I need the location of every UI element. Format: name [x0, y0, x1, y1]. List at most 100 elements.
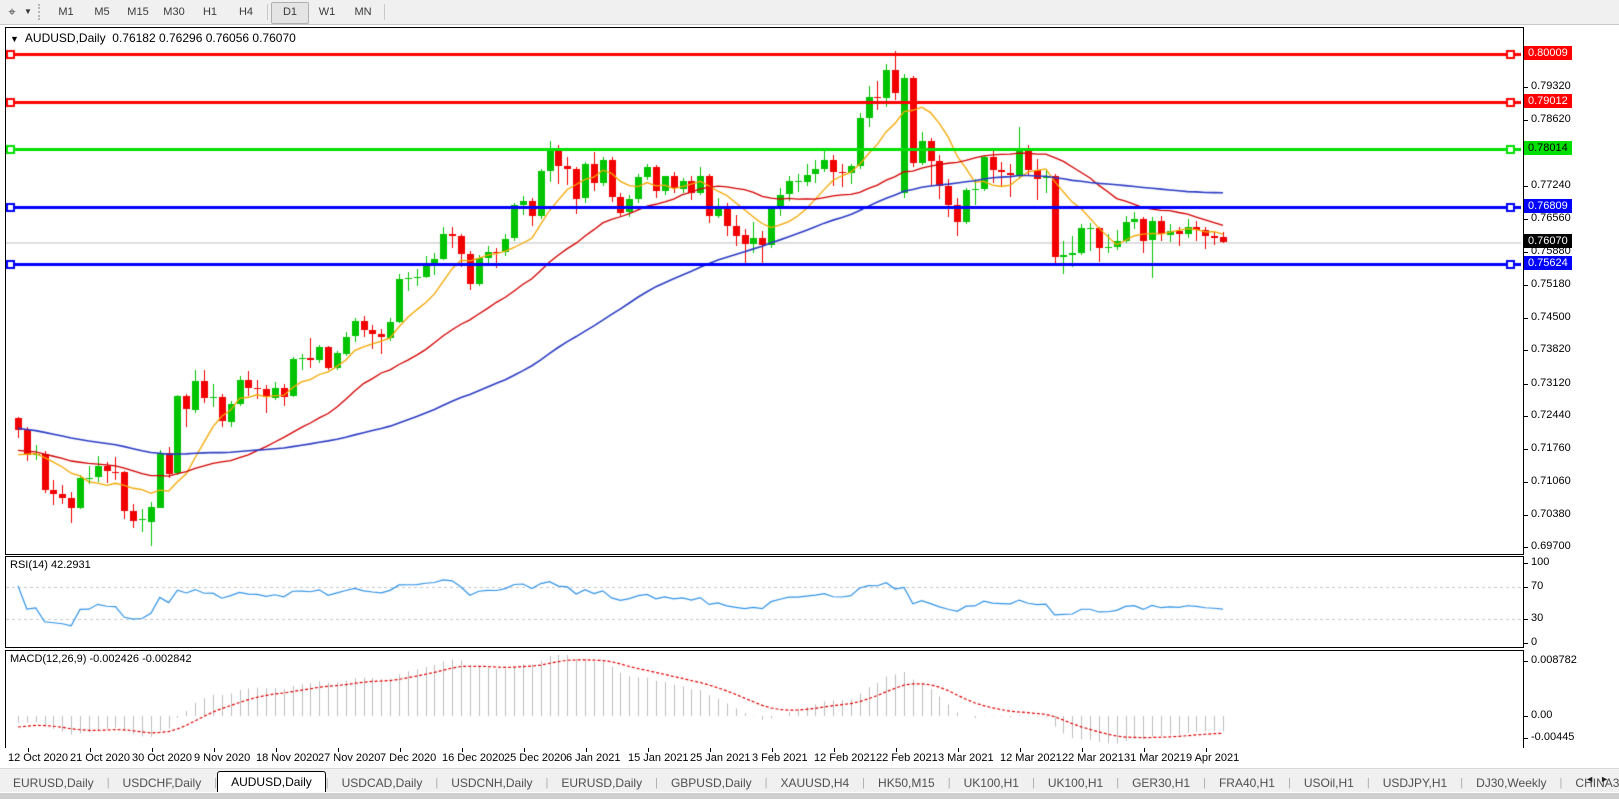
tab-hk50-m15[interactable]: HK50,M15 [865, 774, 948, 793]
tab-uk100-h1[interactable]: UK100,H1 [951, 774, 1032, 793]
macd-indicator-pane[interactable] [5, 650, 1524, 749]
price-tick-label: 0.76560 [1531, 212, 1571, 224]
price-tick-mark [1523, 416, 1528, 417]
timeframe-button-h4[interactable]: H4 [228, 2, 264, 22]
tab-usdchf-daily[interactable]: USDCHF,Daily [110, 774, 215, 793]
tab-uk100-h1[interactable]: UK100,H1 [1035, 774, 1116, 793]
collapse-triangle-icon[interactable]: ▼ [10, 34, 19, 44]
current-price-badge: 0.76070 [1524, 234, 1572, 248]
tab-audusd-daily[interactable]: AUDUSD,Daily [217, 771, 326, 793]
price-tick-mark [1523, 350, 1528, 351]
candlestick-chart-canvas[interactable] [6, 28, 1521, 552]
chevron-down-icon[interactable]: ▼ [22, 3, 34, 21]
tab-xauusd-h4[interactable]: XAUUSD,H4 [767, 774, 862, 793]
price-tick-label: 0.73820 [1531, 343, 1571, 355]
date-tick-label: 9 Nov 2020 [194, 752, 250, 764]
timeframe-button-m30[interactable]: M30 [156, 2, 192, 22]
date-tick-label: 25 Dec 2020 [504, 752, 566, 764]
macd-tick-mark [1523, 738, 1528, 739]
rsi-axis-label: 100 [1531, 556, 1549, 568]
rsi-axis-label: 70 [1531, 580, 1543, 592]
main-chart-pane[interactable] [5, 27, 1524, 555]
toolbar-grip-handle[interactable] [38, 4, 44, 20]
tab-fra40-h1[interactable]: FRA40,H1 [1206, 774, 1288, 793]
timeframe-button-d1[interactable]: D1 [271, 2, 309, 24]
date-tick-label: 9 Apr 2021 [1186, 752, 1239, 764]
price-tick-mark [1523, 547, 1528, 548]
tab-eurusd-daily[interactable]: EURUSD,Daily [0, 774, 107, 793]
chart-symbol-label: AUDUSD,Daily [25, 31, 106, 45]
date-tick-label: 3 Feb 2021 [752, 752, 808, 764]
timeframe-button-mn[interactable]: MN [345, 2, 381, 22]
date-tick-label: 16 Dec 2020 [442, 752, 504, 764]
macd-tick-mark [1523, 716, 1528, 717]
date-tick-label: 15 Jan 2021 [628, 752, 689, 764]
date-tick-label: 21 Oct 2020 [70, 752, 130, 764]
date-tick-label: 12 Feb 2021 [814, 752, 876, 764]
timeframe-button-h1[interactable]: H1 [192, 2, 228, 22]
toolbar-separator [267, 4, 268, 20]
rsi-tick-mark [1523, 619, 1528, 620]
date-tick-label: 3 Mar 2021 [938, 752, 994, 764]
rsi-label: RSI(14) 42.2931 [10, 559, 91, 571]
tab-scroll-arrows: ◄► [1585, 774, 1615, 784]
price-tick-label: 0.73120 [1531, 377, 1571, 389]
price-tick-mark [1523, 449, 1528, 450]
date-tick-label: 30 Oct 2020 [132, 752, 192, 764]
tab-ger30-h1[interactable]: GER30,H1 [1119, 774, 1203, 793]
macd-tick-mark [1523, 661, 1528, 662]
date-tick-label: 12 Mar 2021 [1000, 752, 1062, 764]
date-tick-label: 6 Jan 2021 [566, 752, 620, 764]
crosshair-cursor-icon[interactable]: ⌖ [2, 3, 22, 21]
macd-axis-label: 0.00 [1531, 709, 1552, 721]
rsi-axis-label: 30 [1531, 612, 1543, 624]
rsi-tick-mark [1523, 643, 1528, 644]
timeframe-button-m5[interactable]: M5 [84, 2, 120, 22]
timeframe-button-m1[interactable]: M1 [48, 2, 84, 22]
date-tick-label: 22 Mar 2021 [1062, 752, 1124, 764]
hline-price-badge: 0.78014 [1524, 141, 1572, 155]
tab-usdcad-daily[interactable]: USDCAD,Daily [329, 774, 436, 793]
price-tick-mark [1523, 482, 1528, 483]
rsi-tick-mark [1523, 587, 1528, 588]
timeframe-button-group: M1M5M15M30H1H4 D1W1MN [48, 2, 388, 22]
tab-gbpusd-daily[interactable]: GBPUSD,Daily [658, 774, 765, 793]
tab-usoil-h1[interactable]: USOil,H1 [1291, 774, 1367, 793]
price-tick-label: 0.71760 [1531, 442, 1571, 454]
rsi-axis-label: 0 [1531, 636, 1537, 648]
price-tick-mark [1523, 285, 1528, 286]
tab-usdjpy-h1[interactable]: USDJPY,H1 [1370, 774, 1460, 793]
rsi-tick-mark [1523, 563, 1528, 564]
price-tick-mark [1523, 318, 1528, 319]
hline-price-badge: 0.80009 [1524, 46, 1572, 60]
hline-price-badge: 0.75624 [1524, 256, 1572, 270]
price-tick-mark [1523, 186, 1528, 187]
tab-usdcnh-daily[interactable]: USDCNH,Daily [438, 774, 545, 793]
chart-title: ▼AUDUSD,Daily 0.76182 0.76296 0.76056 0.… [10, 31, 296, 45]
timeframe-button-w1[interactable]: W1 [309, 2, 345, 22]
date-tick-label: 12 Oct 2020 [8, 752, 68, 764]
tab-eurusd-daily[interactable]: EURUSD,Daily [548, 774, 655, 793]
price-tick-label: 0.77240 [1531, 179, 1571, 191]
hline-price-badge: 0.79012 [1524, 94, 1572, 108]
price-tick-label: 0.79320 [1531, 80, 1571, 92]
tab-scroll-left-icon[interactable]: ◄ [1585, 774, 1600, 784]
tab-dj30-weekly[interactable]: DJ30,Weekly [1463, 774, 1559, 793]
price-tick-mark [1523, 219, 1528, 220]
date-tick-label: 31 Mar 2021 [1124, 752, 1186, 764]
macd-axis-label: 0.008782 [1531, 654, 1577, 666]
timeframe-button-m15[interactable]: M15 [120, 2, 156, 22]
macd-label: MACD(12,26,9) -0.002426 -0.002842 [10, 653, 192, 665]
date-axis[interactable]: 12 Oct 202021 Oct 202030 Oct 20209 Nov 2… [0, 748, 1619, 768]
price-tick-label: 0.72440 [1531, 409, 1571, 421]
tab-scroll-right-icon[interactable]: ► [1600, 774, 1615, 784]
rsi-indicator-pane[interactable] [5, 556, 1524, 648]
date-tick-label: 7 Dec 2020 [380, 752, 436, 764]
price-tick-mark [1523, 87, 1528, 88]
toolbar-separator [384, 4, 385, 20]
price-tick-label: 0.69700 [1531, 540, 1571, 552]
macd-canvas[interactable] [6, 651, 1521, 746]
rsi-canvas[interactable] [6, 557, 1521, 645]
price-tick-label: 0.70380 [1531, 508, 1571, 520]
chart-tab-bar: EURUSD,Daily|USDCHF,Daily|AUDUSD,Daily|U… [0, 768, 1619, 793]
